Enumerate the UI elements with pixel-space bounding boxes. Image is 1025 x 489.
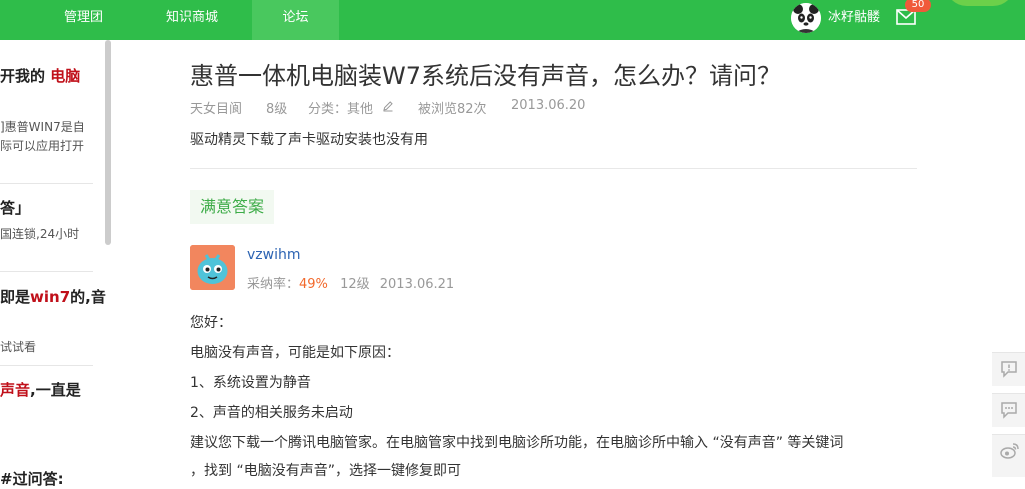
adoption-rate-value: 49% bbox=[299, 277, 328, 292]
sidebar-scrollbar[interactable] bbox=[105, 40, 111, 245]
divider bbox=[0, 271, 93, 272]
related-title-keyword: 电脑 bbox=[50, 67, 81, 85]
related-title-keyword: win7 bbox=[30, 288, 71, 306]
related-title-text: ,一直是 bbox=[30, 381, 81, 399]
adoption-rate-label: 采纳率： bbox=[247, 277, 300, 292]
comment-icon bbox=[1001, 402, 1017, 419]
top-nav-bar: ⁣ 管理团 知识商城 论坛 冰籽骷髅 50 bbox=[0, 0, 1025, 40]
answer-text-line: 建议您下载一个腾讯电脑管家。在电脑管家中找到电脑诊所功能，在电脑诊所中输入 “没… bbox=[190, 435, 844, 451]
answerer-meta: 采纳率：49% 12级 2013.06.21 bbox=[247, 273, 454, 292]
answer-text-line: 您好： bbox=[190, 315, 232, 331]
nav-item-knowledge-store[interactable]: 知识商城 bbox=[166, 0, 218, 40]
mail-count-badge: 50 bbox=[905, 0, 931, 12]
user-avatar-icon[interactable] bbox=[791, 3, 821, 33]
comment-button[interactable] bbox=[992, 393, 1025, 427]
edit-pencil-icon[interactable] bbox=[382, 100, 394, 112]
nav-item-management-team[interactable]: 管理团 bbox=[64, 0, 103, 40]
nav-item-forum[interactable]: 论坛 bbox=[252, 0, 339, 40]
answerer-avatar-icon[interactable] bbox=[190, 245, 235, 290]
related-item-desc: 际可以应用打开 bbox=[0, 139, 85, 153]
related-title-text: 开我的 bbox=[0, 67, 46, 85]
question-description: 驱动精灵下载了声卡驱动安装也没有用 bbox=[190, 132, 428, 148]
related-item-title[interactable]: 开我的 电脑 bbox=[0, 65, 80, 86]
divider bbox=[0, 183, 93, 184]
question-title: 惠普一体机电脑装W7系统后没有声音，怎么办？请问？ bbox=[190, 62, 781, 90]
related-item-title[interactable]: #过问答: bbox=[0, 468, 64, 489]
question-author-level: 8级 bbox=[266, 102, 288, 117]
answer-text-line: 2、声音的相关服务未启动 bbox=[190, 405, 353, 421]
related-item-desc: 国连锁,24小时 bbox=[0, 227, 80, 241]
related-title-text: 即是 bbox=[0, 288, 31, 306]
related-item-title[interactable]: 答」 bbox=[0, 197, 30, 218]
question-author[interactable]: 天女目阆 bbox=[190, 98, 242, 117]
related-item-title[interactable]: 即是win7的,音 bbox=[0, 286, 106, 307]
nav-item-partial[interactable]: ⁣ bbox=[0, 0, 4, 40]
feedback-button[interactable] bbox=[992, 352, 1025, 386]
username-link[interactable]: 冰籽骷髅 bbox=[828, 0, 880, 36]
related-title-keyword: 声音 bbox=[0, 381, 31, 399]
weibo-share-button[interactable] bbox=[992, 434, 1025, 477]
related-questions-sidebar: 开我的 电脑 ]惠普WIN7是自 际可以应用打开 答」 国连锁,24小时 即是w… bbox=[0, 40, 106, 488]
question-category[interactable]: 分类：其他 bbox=[308, 98, 373, 117]
answerer-level: 12级 bbox=[340, 277, 370, 292]
divider bbox=[0, 365, 93, 366]
related-item-desc: 试试看 bbox=[0, 340, 37, 354]
related-item-title[interactable]: 声音,一直是 bbox=[0, 379, 81, 400]
decorative-blob bbox=[945, 0, 1015, 6]
related-title-text: 的,音 bbox=[70, 288, 106, 306]
related-item-desc: ]惠普WIN7是自 bbox=[0, 120, 85, 134]
best-answer-badge: 满意答案 bbox=[190, 190, 275, 224]
answer-text-line: 1、系统设置为静音 bbox=[190, 375, 311, 391]
question-date: 2013.06.20 bbox=[511, 98, 586, 113]
divider bbox=[190, 168, 917, 169]
question-views: 被浏览82次 bbox=[418, 102, 487, 117]
weibo-icon bbox=[1000, 443, 1019, 459]
answer-text-line: ，找到 “电脑没有声音”，选择一键修复即可 bbox=[190, 463, 461, 479]
answer-date: 2013.06.21 bbox=[379, 277, 455, 292]
feedback-icon bbox=[1001, 361, 1017, 378]
answerer-username[interactable]: vzwihm bbox=[247, 247, 300, 263]
answer-text-line: 电脑没有声音，可能是如下原因： bbox=[190, 345, 400, 361]
